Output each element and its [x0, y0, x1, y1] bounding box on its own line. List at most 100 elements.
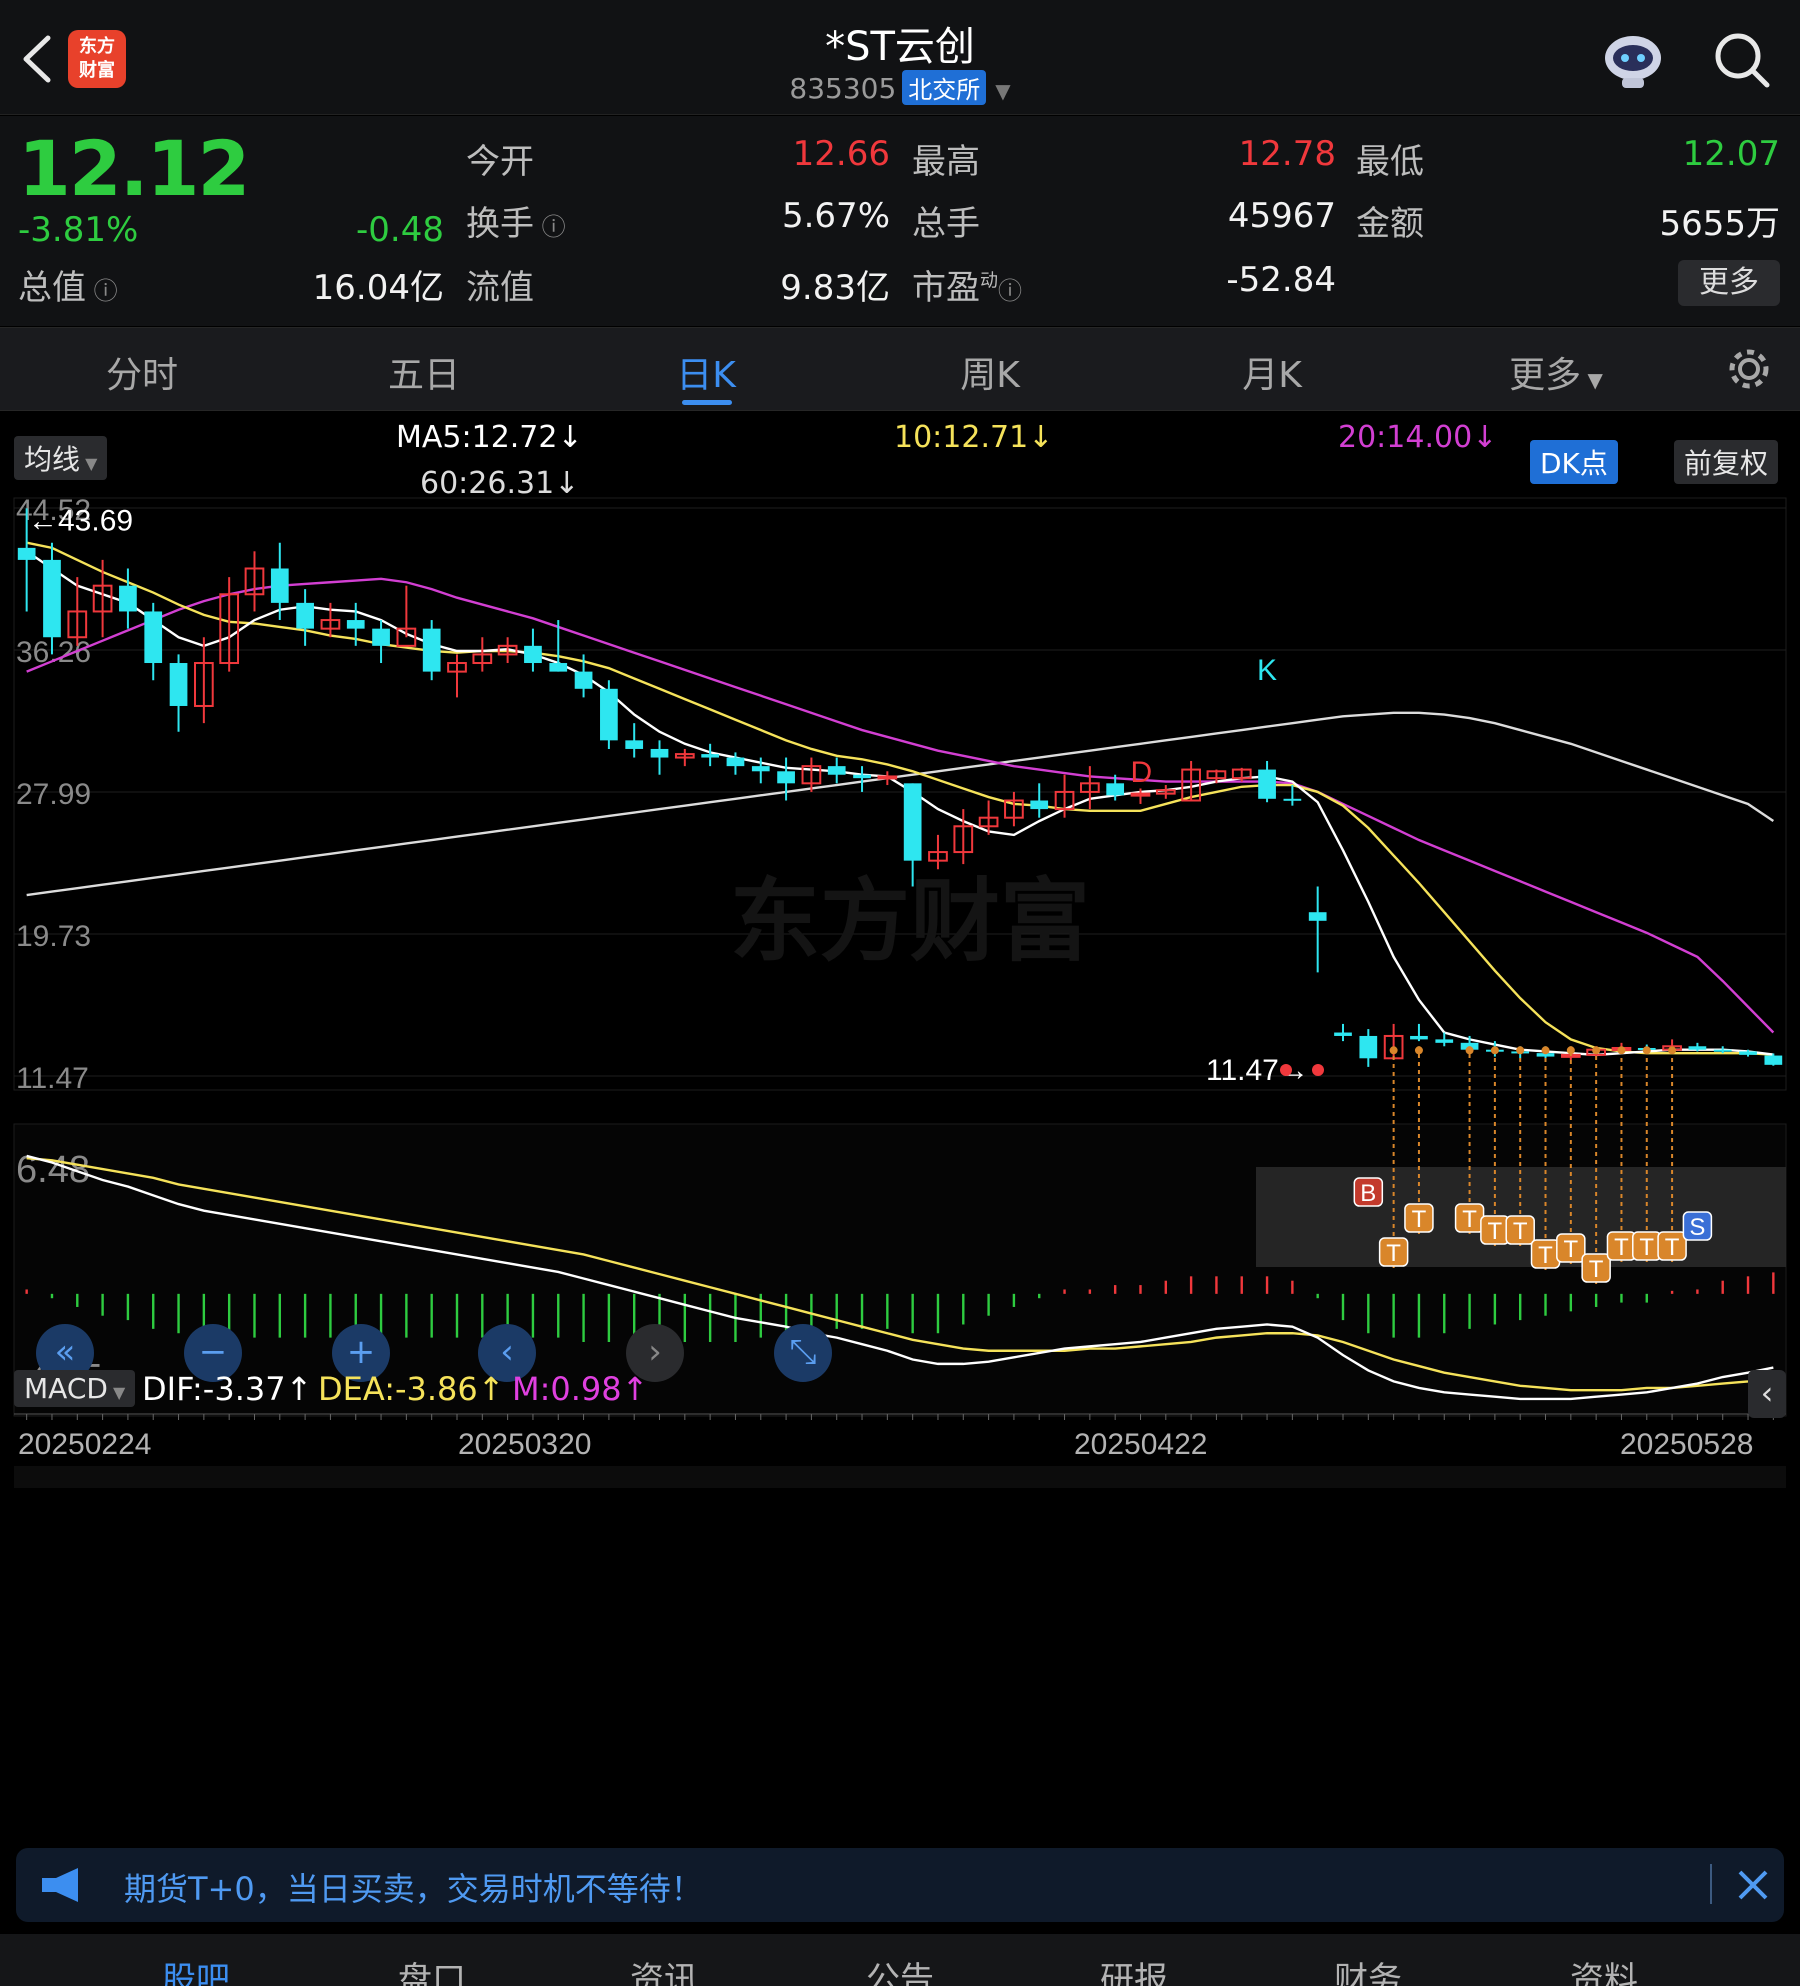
- change-amount: -0.48: [356, 210, 444, 250]
- candle-body: [574, 671, 593, 689]
- banner-divider: [1710, 1864, 1712, 1904]
- candle-body: [1764, 1055, 1783, 1065]
- turnover-label[interactable]: 换手 ⓘ: [466, 196, 566, 245]
- candle-body: [1030, 800, 1049, 810]
- float-value: 9.83亿: [780, 268, 890, 308]
- m-readout: M:0.98↑: [512, 1370, 649, 1408]
- dif-readout: DIF:-3.37↑: [142, 1370, 313, 1408]
- search-icon[interactable]: [1712, 30, 1772, 90]
- price-axis-label: 11.47: [16, 1062, 89, 1095]
- candle-body: [877, 775, 898, 780]
- collapse-panel-icon[interactable]: ‹: [1748, 1370, 1786, 1418]
- min-price-dot: [1312, 1064, 1324, 1076]
- nav-research[interactable]: 研报: [1064, 1952, 1204, 1986]
- signal-dot: [1414, 1046, 1423, 1055]
- candle-body: [422, 628, 441, 672]
- signal-dot: [1642, 1046, 1651, 1055]
- gear-icon[interactable]: [1726, 346, 1772, 392]
- tab-weekly-k[interactable]: 周K: [890, 346, 1090, 398]
- date-axis-label: 20250320: [458, 1428, 591, 1461]
- top-bar: 东方 财富 *ST云创 835305 北交所 ▼: [0, 0, 1800, 115]
- nav-forum[interactable]: 股吧: [126, 1952, 266, 1986]
- tab-daily-k[interactable]: 日K: [606, 346, 806, 398]
- candle-body: [169, 663, 188, 706]
- bottom-nav: 股吧 盘口 资讯 公告 研报 财务 资料: [0, 1934, 1800, 1986]
- signal-dot: [1617, 1046, 1626, 1055]
- close-icon[interactable]: [1736, 1868, 1770, 1902]
- candle-body: [372, 628, 390, 646]
- tab-monthly-k[interactable]: 月K: [1172, 346, 1372, 398]
- t-signal-badge: T: [1538, 1242, 1553, 1269]
- nav-announcements[interactable]: 公告: [830, 1952, 970, 1986]
- volume-label: 总手: [912, 204, 980, 244]
- nav-orderbook[interactable]: 盘口: [362, 1952, 502, 1986]
- mktcap-label[interactable]: 总值 ⓘ: [18, 260, 118, 309]
- signal-dot: [1668, 1046, 1677, 1055]
- candle-body: [1308, 912, 1327, 921]
- stock-code-line[interactable]: 835305 北交所 ▼: [0, 70, 1800, 105]
- info-icon: ⓘ: [998, 277, 1022, 305]
- macd-selector[interactable]: MACD ▼: [14, 1370, 136, 1407]
- candle-body: [903, 783, 922, 861]
- t-signal-badge: T: [1563, 1236, 1578, 1263]
- tab-five-day[interactable]: 五日: [324, 346, 524, 398]
- nav-news[interactable]: 资讯: [594, 1952, 734, 1986]
- stock-name: *ST云创: [825, 24, 975, 70]
- assistant-robot-icon[interactable]: [1600, 28, 1666, 90]
- t-signal-badge: T: [1665, 1234, 1680, 1261]
- amount-label: 金额: [1356, 204, 1424, 244]
- candle-body: [1739, 1051, 1757, 1055]
- candle-body: [1410, 1035, 1428, 1040]
- active-tab-indicator: [682, 400, 732, 405]
- t-signal-badge: T: [1412, 1206, 1427, 1233]
- candle-body: [1258, 769, 1276, 799]
- candle-body: [17, 547, 36, 560]
- candle-body: [1334, 1032, 1352, 1036]
- low-label: 最低: [1356, 142, 1424, 182]
- date-axis-footer: [14, 1466, 1786, 1488]
- stock-code: 835305: [789, 72, 897, 105]
- float-label: 流值: [466, 268, 534, 308]
- signal-dot: [1465, 1046, 1474, 1055]
- tab-intraday[interactable]: 分时: [42, 346, 242, 398]
- date-axis-label: 20250528: [1620, 1428, 1753, 1461]
- promo-banner[interactable]: 期货T+0，当日买卖，交易时机不等待！: [16, 1848, 1784, 1922]
- t-signal-badge: T: [1462, 1206, 1477, 1233]
- candle-body: [1435, 1039, 1454, 1043]
- nav-profile[interactable]: 资料: [1534, 1952, 1674, 1986]
- price-axis-label: 36.26: [16, 636, 91, 669]
- candle-body: [726, 757, 745, 767]
- sell-signal-badge: S: [1689, 1214, 1705, 1241]
- amount-value: 5655万: [1659, 204, 1780, 244]
- quote-panel: 12.12 -3.81% -0.48 总值 ⓘ 16.04亿 今开 12.66 …: [0, 116, 1800, 326]
- turnover-value: 5.67%: [781, 196, 890, 236]
- t-signal-badge: T: [1589, 1256, 1604, 1283]
- caret-down-icon: ▼: [107, 1383, 126, 1402]
- exchange-badge: 北交所: [902, 70, 987, 105]
- nav-finance[interactable]: 财务: [1298, 1952, 1438, 1986]
- more-button[interactable]: 更多: [1678, 260, 1780, 306]
- signal-dot: [1490, 1046, 1499, 1055]
- t-signal-badge: T: [1614, 1234, 1629, 1261]
- candle-body: [625, 740, 644, 749]
- t-signal-badge: T: [1513, 1218, 1528, 1245]
- max-price-marker: ←43.69: [28, 505, 133, 538]
- pe-value: -52.84: [1226, 260, 1336, 300]
- d-signal-label: D: [1130, 756, 1152, 789]
- candle-body: [1106, 783, 1125, 796]
- candle-body: [827, 766, 846, 775]
- info-icon: ⓘ: [534, 213, 566, 241]
- fullscreen-icon[interactable]: ⤡: [774, 1324, 832, 1382]
- signal-dot: [1541, 1046, 1550, 1055]
- buy-signal-badge: B: [1360, 1180, 1376, 1207]
- t-signal-badge: T: [1488, 1218, 1503, 1245]
- t-signal-badge: T: [1639, 1234, 1654, 1261]
- signal-dot: [1566, 1046, 1575, 1055]
- candle-body: [751, 766, 770, 772]
- pe-label[interactable]: 市盈动ⓘ: [912, 260, 1022, 309]
- caret-down-icon: ▼: [995, 79, 1011, 103]
- tab-more[interactable]: 更多 ▼: [1456, 346, 1656, 398]
- signal-dot: [1516, 1046, 1525, 1055]
- dea-readout: DEA:-3.86↑: [318, 1370, 505, 1408]
- kline-chart[interactable]: 44.5236.2627.9919.7311.47东方财富←43.6911.47…: [0, 412, 1800, 1832]
